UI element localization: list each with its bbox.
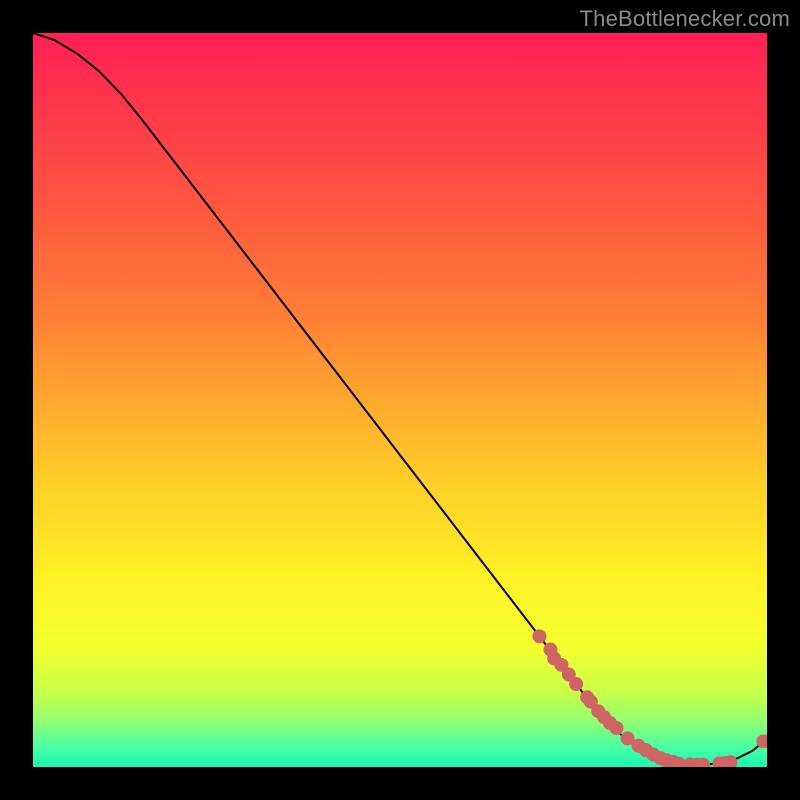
scatter-dot bbox=[610, 721, 624, 735]
plot-area bbox=[33, 33, 767, 767]
scatter-dot bbox=[532, 629, 546, 643]
scatter-dot bbox=[569, 677, 583, 691]
attribution-label: TheBottlenecker.com bbox=[580, 6, 790, 32]
chart-stage: TheBottlenecker.com bbox=[0, 0, 800, 800]
gradient-background bbox=[33, 33, 767, 767]
chart-svg bbox=[33, 33, 767, 767]
